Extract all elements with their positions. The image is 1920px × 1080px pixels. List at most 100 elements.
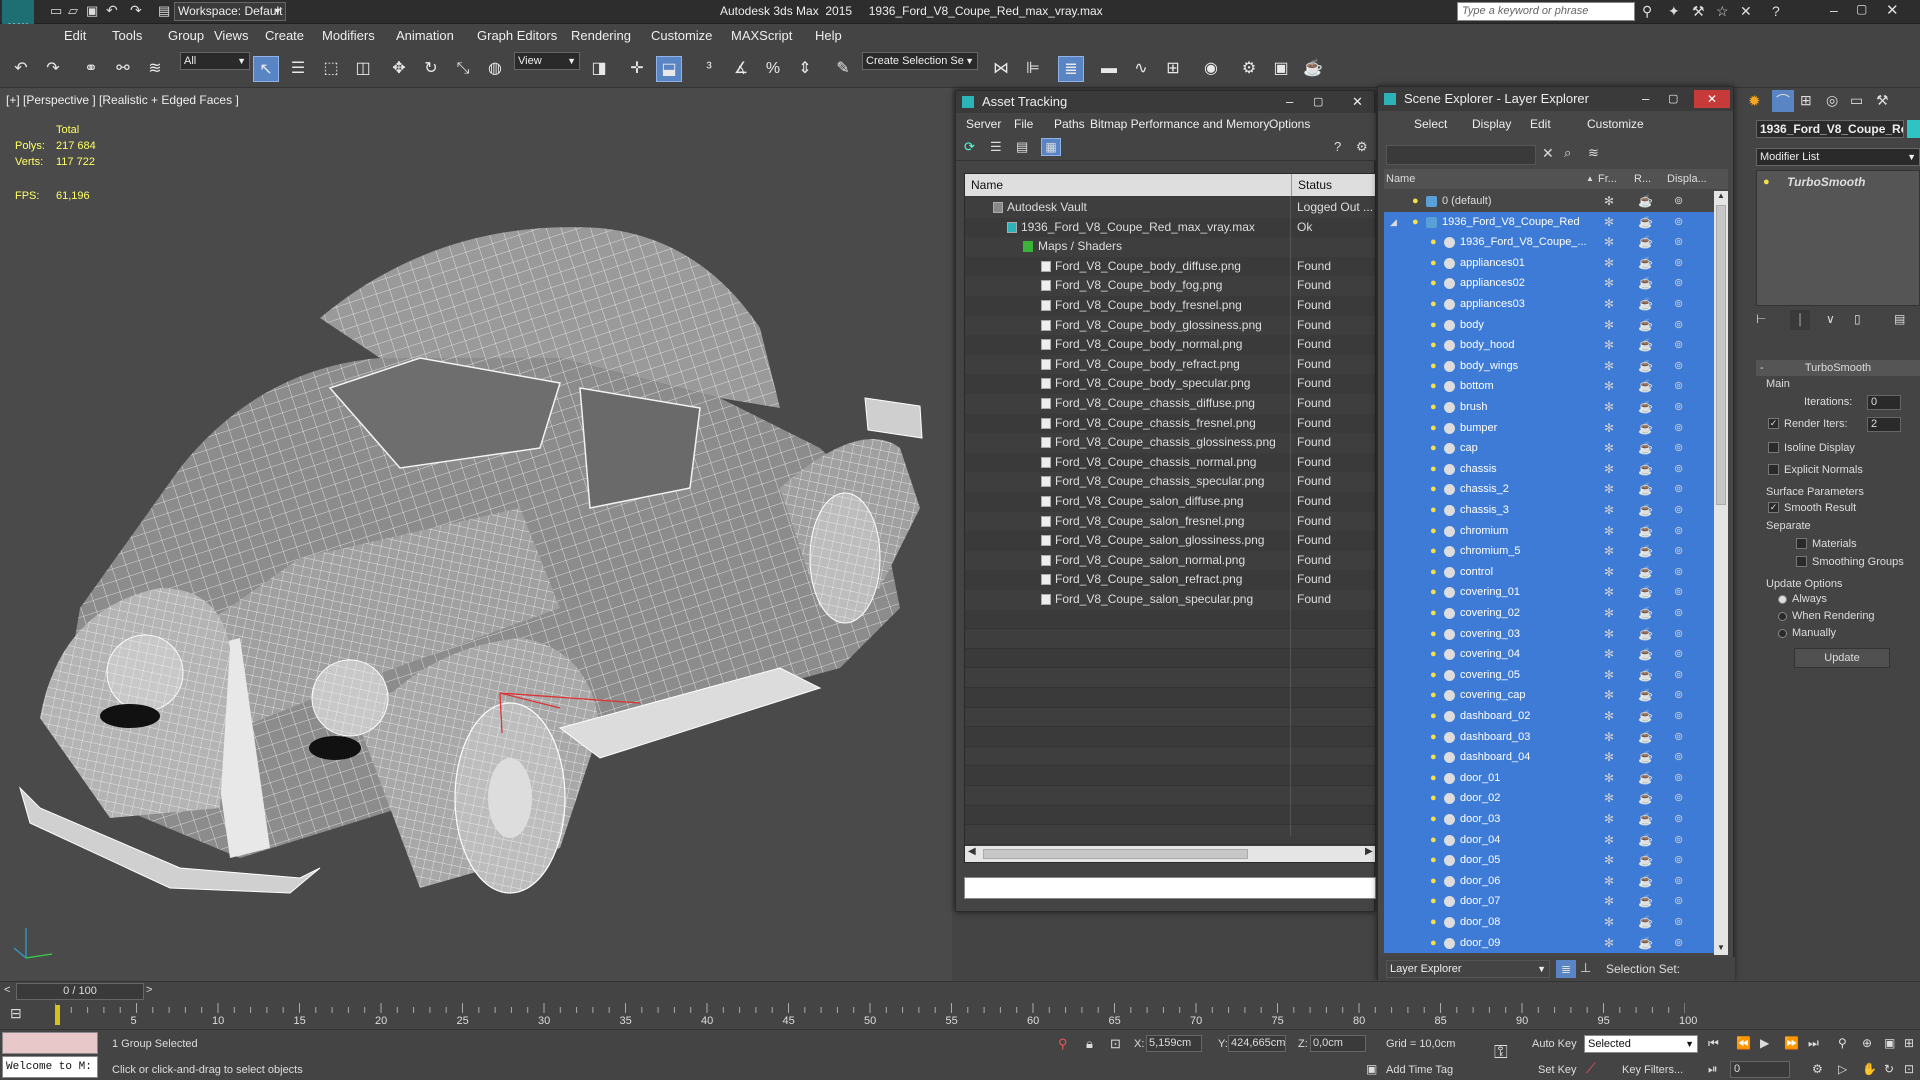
next-frame-icon[interactable]: ⏩: [1784, 1036, 1799, 1050]
freeze-icon[interactable]: ✻: [1604, 768, 1614, 788]
asset-file-row[interactable]: Ford_V8_Coupe_chassis_glossiness.png Foun…: [965, 433, 1375, 453]
freeze-icon[interactable]: ✻: [1604, 438, 1614, 458]
light-bulb-icon[interactable]: ●: [1430, 809, 1437, 829]
light-bulb-icon[interactable]: ●: [1430, 356, 1437, 376]
light-bulb-icon[interactable]: ●: [1430, 665, 1437, 685]
filter-layers-icon[interactable]: ≋: [1588, 145, 1599, 161]
menu-modifiers[interactable]: Modifiers: [322, 28, 375, 43]
render-icon[interactable]: ☕: [1638, 212, 1653, 232]
display-icon[interactable]: ⊚: [1674, 459, 1683, 479]
render-icon[interactable]: ☕: [1638, 830, 1653, 850]
freeze-icon[interactable]: ✻: [1604, 912, 1614, 932]
menu-tools[interactable]: Tools: [112, 28, 142, 43]
display-icon[interactable]: ⊚: [1674, 273, 1683, 293]
object-row[interactable]: ● body_hood ✻ ☕ ⊚: [1384, 335, 1714, 356]
set-key-icon[interactable]: ⟋: [1586, 1060, 1596, 1077]
hierarchy-tab-icon[interactable]: ⊞: [1800, 92, 1812, 109]
asset-file-row[interactable]: Ford_V8_Coupe_salon_normal.png Found: [965, 550, 1375, 571]
render-icon[interactable]: ☕: [1638, 871, 1653, 891]
schematic-view-icon[interactable]: ⊞: [1160, 56, 1186, 82]
undo-icon[interactable]: ↶: [106, 2, 118, 19]
render-icon[interactable]: ☕: [1638, 479, 1653, 499]
render-icon[interactable]: ☕: [1638, 521, 1653, 541]
render-icon[interactable]: ☕: [1638, 315, 1653, 335]
light-bulb-icon[interactable]: ●: [1430, 479, 1437, 499]
key-filters-button[interactable]: Key Filters...: [1622, 1064, 1683, 1076]
move-icon[interactable]: ✥: [386, 56, 412, 82]
percent-snap-icon[interactable]: %: [760, 56, 786, 82]
explorer-menu-customize[interactable]: Customize: [1587, 117, 1644, 131]
freeze-icon[interactable]: ✻: [1604, 933, 1614, 953]
light-bulb-icon[interactable]: ●: [1430, 315, 1437, 335]
when-rendering-radio[interactable]: [1778, 612, 1787, 621]
clear-search-icon[interactable]: ✕: [1542, 145, 1554, 162]
light-bulb-icon[interactable]: ●: [1430, 397, 1437, 417]
asset-file-row[interactable]: Ford_V8_Coupe_salon_refract.png Found: [965, 570, 1375, 590]
configure-sets-icon[interactable]: ▤: [1894, 312, 1905, 326]
time-tag-icon[interactable]: ▣: [1366, 1062, 1377, 1076]
star-icon[interactable]: ☆: [1716, 3, 1729, 20]
scene-file-row[interactable]: 1936_Ford_V8_Coupe_Red_max_vray.max Ok: [965, 217, 1375, 238]
light-bulb-icon[interactable]: ●: [1430, 603, 1437, 623]
named-selection-set-dropdown[interactable]: Create Selection Se ▼: [862, 52, 978, 70]
display-icon[interactable]: ⊚: [1674, 685, 1683, 705]
separate-materials-checkbox[interactable]: [1796, 538, 1807, 549]
display-icon[interactable]: ⊚: [1674, 891, 1683, 911]
freeze-icon[interactable]: ✻: [1604, 418, 1614, 438]
mirror-icon[interactable]: ⋈: [988, 56, 1014, 82]
edit-named-selection-icon[interactable]: ✎: [830, 56, 856, 82]
object-row[interactable]: ● door_05 ✻ ☕ ⊚: [1384, 850, 1714, 871]
rendered-frame-window-icon[interactable]: ▣: [1268, 56, 1294, 82]
render-icon[interactable]: ☕: [1638, 582, 1653, 602]
light-bulb-icon[interactable]: ●: [1430, 562, 1437, 582]
object-row[interactable]: ● body ✻ ☕ ⊚: [1384, 314, 1714, 336]
freeze-icon[interactable]: ✻: [1604, 335, 1614, 355]
smooth-result-checkbox[interactable]: ✓: [1768, 502, 1779, 513]
add-time-tag-button[interactable]: Add Time Tag: [1386, 1064, 1453, 1076]
light-bulb-icon[interactable]: ●: [1430, 850, 1437, 870]
selection-filter-dropdown[interactable]: All ▼: [180, 52, 250, 70]
motion-tab-icon[interactable]: ◎: [1826, 92, 1838, 109]
render-icon[interactable]: ☕: [1638, 562, 1653, 582]
align-icon[interactable]: ⊫: [1020, 56, 1046, 82]
display-icon[interactable]: ⊚: [1674, 788, 1683, 808]
new-file-icon[interactable]: ▭: [50, 3, 62, 19]
minimize-icon[interactable]: –: [1830, 2, 1838, 18]
object-row[interactable]: ● appliances03 ✻ ☕ ⊚: [1384, 294, 1714, 315]
display-icon[interactable]: ⊚: [1674, 644, 1683, 664]
object-row[interactable]: ● covering_05 ✻ ☕ ⊚: [1384, 664, 1714, 686]
light-bulb-icon[interactable]: ●: [1430, 912, 1437, 932]
layer-mode-icon[interactable]: ≣: [1556, 960, 1576, 978]
column-display[interactable]: Displa...: [1667, 169, 1707, 189]
light-bulb-icon[interactable]: ●: [1430, 253, 1437, 273]
render-production-icon[interactable]: ☕: [1300, 56, 1326, 82]
vault-row[interactable]: Autodesk Vault Logged Out ...: [965, 198, 1375, 218]
open-file-icon[interactable]: ▱: [68, 3, 78, 19]
object-row[interactable]: ● appliances01 ✻ ☕ ⊚: [1384, 252, 1714, 274]
time-slider[interactable]: < 0 / 100 >: [0, 981, 1920, 1001]
place-icon[interactable]: ◍: [482, 56, 508, 82]
freeze-icon[interactable]: ✻: [1604, 624, 1614, 644]
display-icon[interactable]: ⊚: [1674, 191, 1683, 211]
freeze-icon[interactable]: ✻: [1604, 582, 1614, 602]
display-icon[interactable]: ⊚: [1674, 315, 1683, 335]
maximize-icon[interactable]: ▢: [1668, 87, 1678, 111]
close-icon[interactable]: ✕: [1694, 90, 1730, 108]
display-icon[interactable]: ⊚: [1674, 603, 1683, 623]
set-key-button[interactable]: Set Key: [1538, 1064, 1577, 1076]
angle-snap-icon[interactable]: ∡: [728, 56, 754, 82]
asset-file-row[interactable]: Ford_V8_Coupe_chassis_specular.png Found: [965, 472, 1375, 492]
bind-space-warp-icon[interactable]: ≋: [142, 56, 168, 82]
display-icon[interactable]: ⊚: [1674, 871, 1683, 891]
light-bulb-icon[interactable]: ●: [1430, 335, 1437, 355]
minimize-icon[interactable]: –: [1642, 87, 1649, 111]
search-input[interactable]: Type a keyword or phrase: [1457, 2, 1635, 21]
help-icon[interactable]: ?: [1772, 3, 1780, 19]
freeze-icon[interactable]: ✻: [1604, 562, 1614, 582]
display-icon[interactable]: ⊚: [1674, 562, 1683, 582]
freeze-icon[interactable]: ✻: [1604, 479, 1614, 499]
detail-view-icon[interactable]: ▤: [1016, 139, 1028, 155]
lock-selection-icon[interactable]: 🔒︎: [1086, 1036, 1093, 1052]
column-freeze[interactable]: Fr...: [1598, 169, 1617, 189]
object-row[interactable]: ● dashboard_03 ✻ ☕ ⊚: [1384, 726, 1714, 748]
